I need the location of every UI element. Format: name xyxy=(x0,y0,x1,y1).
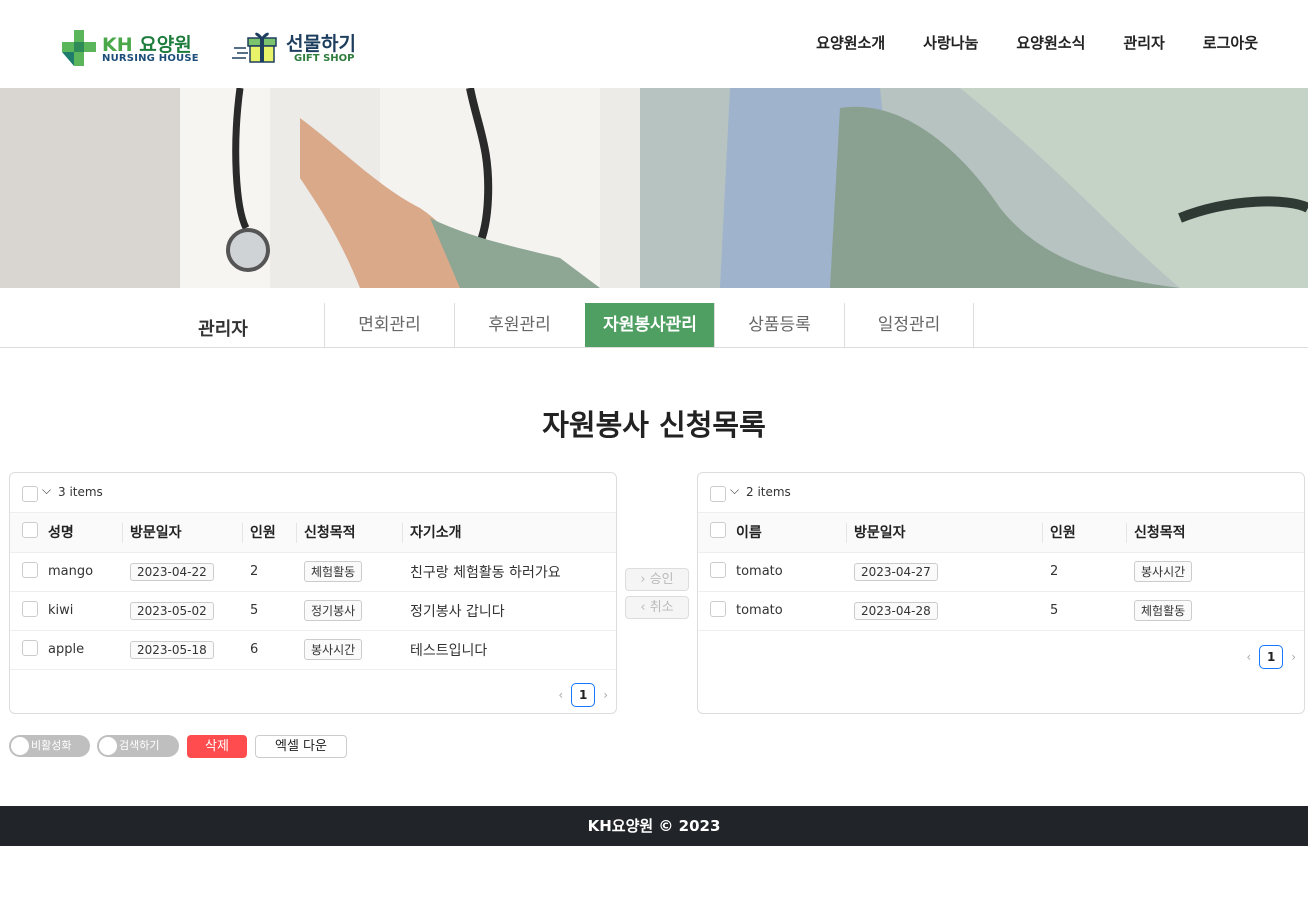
item-count: 3 items xyxy=(58,485,103,499)
page-title: 자원봉사 신청목록 xyxy=(542,408,766,442)
col-purpose[interactable]: 신청목적 xyxy=(1126,513,1304,553)
arrow-left-icon: ‹ xyxy=(640,600,646,615)
logo-gift-text: 선물하기 xyxy=(286,33,356,55)
next-page-icon[interactable]: › xyxy=(1291,650,1296,664)
prev-page-icon[interactable]: ‹ xyxy=(1246,650,1251,664)
cell-name: tomato xyxy=(736,552,846,592)
source-table: 성명 방문일자 인원 신청목적 자기소개 mango 2023-04-22 2 … xyxy=(10,513,616,670)
nav-about[interactable]: 요양원소개 xyxy=(816,32,885,53)
select-all-checkbox[interactable] xyxy=(22,486,38,502)
tab-schedule-management[interactable]: 일정관리 xyxy=(844,303,974,347)
cell-name: apple xyxy=(48,630,122,670)
item-count: 2 items xyxy=(746,485,791,499)
tab-product-registration[interactable]: 상품등록 xyxy=(714,303,844,347)
row-checkbox[interactable] xyxy=(710,561,726,578)
date-tag: 2023-04-27 xyxy=(854,562,938,581)
col-count[interactable]: 인원 xyxy=(1042,513,1126,553)
target-panel-header: ⌵ 2 items xyxy=(698,473,1304,513)
toggle-knob xyxy=(11,737,29,755)
cross-logo-icon xyxy=(62,30,96,66)
site-footer: KH요양원 © 2023 xyxy=(0,806,1308,846)
admin-subnav: 관리자 면회관리 후원관리 자원봉사관리 상품등록 일정관리 xyxy=(0,303,1308,348)
gift-box-icon xyxy=(232,32,277,63)
nav-news[interactable]: 요양원소식 xyxy=(1016,32,1085,53)
date-tag: 2023-05-02 xyxy=(130,601,214,620)
cell-count: 2 xyxy=(242,552,296,592)
header-checkbox[interactable] xyxy=(22,522,38,539)
gift-shop-logo[interactable]: 선물하기 GIFT SHOP xyxy=(232,28,372,68)
cell-count: 2 xyxy=(1042,552,1126,592)
select-all-checkbox[interactable] xyxy=(710,486,726,502)
source-pagination: ‹ 1 › xyxy=(558,683,608,707)
date-tag: 2023-05-18 xyxy=(130,640,214,659)
nav-love-sharing[interactable]: 사랑나눔 xyxy=(923,32,978,53)
col-visit-date[interactable]: 방문일자 xyxy=(122,513,242,553)
cell-intro: 정기봉사 갑니다 xyxy=(402,591,616,631)
header-checkbox[interactable] xyxy=(710,522,726,539)
next-page-icon[interactable]: › xyxy=(603,688,608,702)
nav-admin[interactable]: 관리자 xyxy=(1123,32,1164,53)
cell-count: 5 xyxy=(1042,591,1126,631)
col-purpose[interactable]: 신청목적 xyxy=(296,513,402,553)
disable-toggle[interactable]: 비활성화 xyxy=(9,735,90,757)
chevron-down-icon[interactable]: ⌵ xyxy=(42,483,51,498)
target-pagination: ‹ 1 › xyxy=(1246,645,1296,669)
cell-count: 5 xyxy=(242,591,296,631)
row-checkbox[interactable] xyxy=(22,561,38,578)
purpose-tag: 봉사시간 xyxy=(304,639,363,660)
logo-main-sub: NURSING HOUSE xyxy=(102,53,199,64)
row-checkbox[interactable] xyxy=(710,600,726,617)
table-row[interactable]: apple 2023-05-18 6 봉사시간 테스트입니다 xyxy=(10,630,616,670)
admin-section-title: 관리자 xyxy=(198,319,248,340)
col-intro[interactable]: 자기소개 xyxy=(402,513,616,553)
col-name[interactable]: 성명 xyxy=(48,513,122,553)
col-visit-date[interactable]: 방문일자 xyxy=(846,513,1042,553)
tab-donation-management[interactable]: 후원관리 xyxy=(454,303,584,347)
cell-name: mango xyxy=(48,552,122,592)
page-number[interactable]: 1 xyxy=(571,683,596,707)
logo-gift-sub: GIFT SHOP xyxy=(294,53,355,64)
toggle-knob xyxy=(99,737,117,755)
row-checkbox[interactable] xyxy=(22,639,38,656)
banner-illustration xyxy=(0,88,1308,288)
nursing-house-logo[interactable]: KH 요양원 NURSING HOUSE xyxy=(62,28,202,68)
col-name[interactable]: 이름 xyxy=(736,513,846,553)
cell-name: kiwi xyxy=(48,591,122,631)
col-count[interactable]: 인원 xyxy=(242,513,296,553)
table-row[interactable]: tomato 2023-04-28 5 체험활동 xyxy=(698,591,1304,631)
prev-page-icon[interactable]: ‹ xyxy=(558,688,563,702)
tab-volunteer-management[interactable]: 자원봉사관리 xyxy=(585,303,715,347)
row-checkbox[interactable] xyxy=(22,600,38,617)
main-nav: 요양원소개 사랑나눔 요양원소식 관리자 로그아웃 xyxy=(778,32,1258,53)
delete-button[interactable]: 삭제 xyxy=(187,735,247,758)
purpose-tag: 체험활동 xyxy=(1134,600,1193,621)
cell-count: 6 xyxy=(242,630,296,670)
target-table: 이름 방문일자 인원 신청목적 tomato 2023-04-27 2 봉사시간… xyxy=(698,513,1304,631)
table-row[interactable]: tomato 2023-04-27 2 봉사시간 xyxy=(698,552,1304,592)
approve-button[interactable]: › 승인 xyxy=(625,568,689,591)
date-tag: 2023-04-22 xyxy=(130,562,214,581)
cancel-button[interactable]: ‹ 취소 xyxy=(625,596,689,619)
cell-intro: 친구랑 체험활동 하러가요 xyxy=(402,552,616,592)
nav-logout[interactable]: 로그아웃 xyxy=(1203,32,1258,53)
table-row[interactable]: mango 2023-04-22 2 체험활동 친구랑 체험활동 하러가요 xyxy=(10,552,616,592)
excel-download-button[interactable]: 엑셀 다운 xyxy=(255,735,347,758)
cell-intro: 테스트입니다 xyxy=(402,630,616,670)
site-header: KH 요양원 NURSING HOUSE 선물하기 GIFT SHOP 요양원소… xyxy=(0,0,1308,88)
purpose-tag: 체험활동 xyxy=(304,561,363,582)
hero-banner-image xyxy=(0,88,1308,288)
page-number[interactable]: 1 xyxy=(1259,645,1284,669)
purpose-tag: 봉사시간 xyxy=(1134,561,1193,582)
chevron-down-icon[interactable]: ⌵ xyxy=(730,483,739,498)
transfer-target-panel: ⌵ 2 items 이름 방문일자 인원 신청목적 tomato 2023-04… xyxy=(697,472,1305,714)
table-row[interactable]: kiwi 2023-05-02 5 정기봉사 정기봉사 갑니다 xyxy=(10,591,616,631)
search-toggle[interactable]: 검색하기 xyxy=(97,735,179,757)
transfer-source-panel: ⌵ 3 items 성명 방문일자 인원 신청목적 자기소개 mango 202… xyxy=(9,472,617,714)
source-panel-header: ⌵ 3 items xyxy=(10,473,616,513)
arrow-right-icon: › xyxy=(640,572,646,587)
date-tag: 2023-04-28 xyxy=(854,601,938,620)
tab-visit-management[interactable]: 면회관리 xyxy=(324,303,454,347)
cell-name: tomato xyxy=(736,591,846,631)
purpose-tag: 정기봉사 xyxy=(304,600,363,621)
